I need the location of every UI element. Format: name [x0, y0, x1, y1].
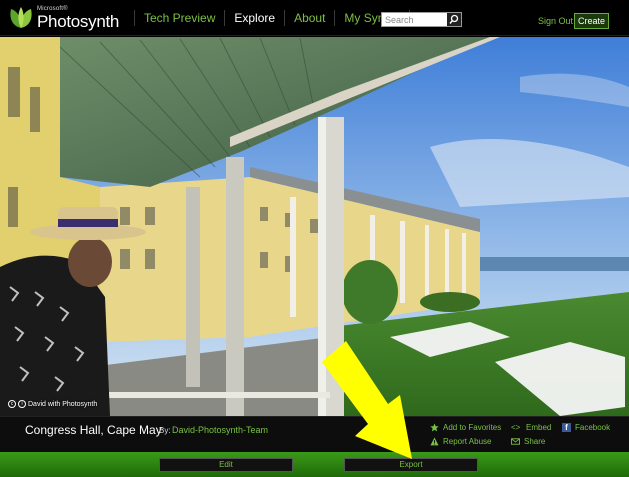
report-abuse-label: Report Abuse — [443, 437, 492, 446]
share-link[interactable]: Share — [511, 437, 545, 446]
author-link[interactable]: David-Photosynth-Team — [172, 425, 268, 435]
facebook-label: Facebook — [575, 423, 611, 432]
creative-commons-icon: c — [8, 400, 16, 408]
mail-icon — [511, 438, 520, 445]
embed-link[interactable]: <> Embed — [511, 423, 551, 432]
top-navigation-bar: Microsoft® Photosynth Tech Preview Explo… — [0, 0, 629, 36]
main-nav: Tech Preview Explore About My Synths — [134, 0, 411, 36]
photosynth-logo[interactable]: Microsoft® Photosynth — [8, 5, 126, 31]
warning-icon — [430, 437, 439, 446]
synth-photo — [0, 37, 629, 416]
leaf-logo-icon — [10, 7, 32, 28]
share-label: Share — [524, 437, 546, 446]
bottom-action-bar: Edit Export — [0, 452, 629, 477]
nav-about[interactable]: About — [284, 10, 334, 26]
edit-button[interactable]: Edit — [159, 458, 293, 472]
nav-explore[interactable]: Explore — [224, 10, 284, 26]
add-to-favorites-link[interactable]: Add to Favorites — [430, 423, 501, 432]
search-button[interactable] — [447, 13, 461, 26]
create-button[interactable]: Create — [574, 13, 609, 29]
facebook-link[interactable]: f Facebook — [562, 423, 610, 432]
embed-code-icon: <> — [511, 423, 521, 432]
search-box — [381, 12, 462, 27]
by-label: By: — [159, 426, 171, 435]
search-input[interactable] — [382, 13, 446, 26]
export-button[interactable]: Export — [344, 458, 478, 472]
credit-text: David with Photosynth — [28, 400, 98, 408]
logo-photosynth-text: Photosynth — [37, 12, 120, 31]
attribution-icon: i — [18, 400, 26, 408]
synth-info-bar: Congress Hall, Cape May By: David-Photos… — [0, 416, 629, 452]
facebook-icon: f — [562, 423, 571, 432]
synth-title: Congress Hall, Cape May — [25, 423, 162, 437]
embed-label: Embed — [526, 423, 552, 432]
photo-credit: c i David with Photosynth — [8, 400, 97, 408]
nav-tech-preview[interactable]: Tech Preview — [134, 10, 224, 26]
favorites-label: Add to Favorites — [443, 423, 502, 432]
report-abuse-link[interactable]: Report Abuse — [430, 437, 491, 446]
sign-out-link[interactable]: Sign Out — [538, 16, 573, 26]
synth-viewer[interactable]: c i David with Photosynth — [0, 37, 629, 416]
star-icon — [430, 423, 439, 432]
search-icon — [449, 14, 459, 24]
